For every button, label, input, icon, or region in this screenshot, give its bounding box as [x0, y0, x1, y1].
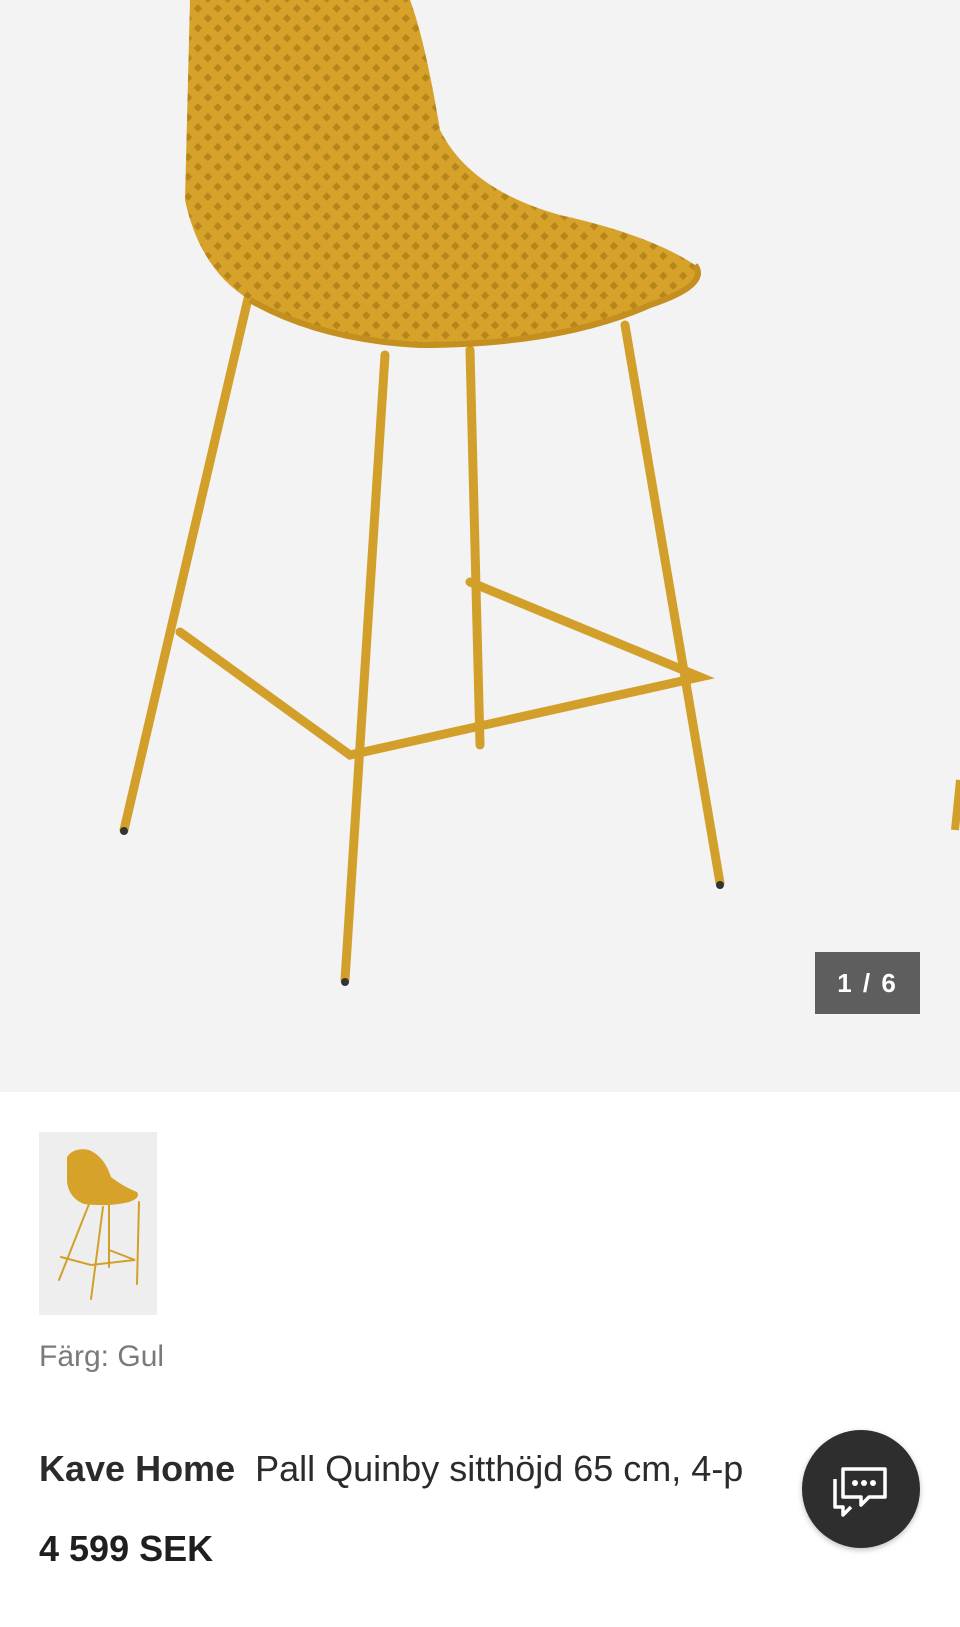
brand-name[interactable]: Kave Home: [39, 1448, 235, 1489]
image-counter: 1 / 6: [815, 952, 920, 1014]
product-image-gallery[interactable]: 1 / 6: [0, 0, 960, 1092]
color-selection-label: Färg: Gul: [39, 1340, 165, 1373]
chat-bubbles-icon: [833, 1467, 887, 1517]
thumbnail-image[interactable]: [39, 1132, 157, 1315]
product-name: Pall Quinby sitthöjd 65 cm, 4-p: [255, 1448, 744, 1489]
thumbnail-barstool: [58, 1149, 140, 1300]
chat-button[interactable]: [802, 1430, 920, 1548]
product-image-barstool: [119, 0, 960, 986]
product-title: Kave Home Pall Quinby sitthöjd 65 cm, 4-p: [39, 1448, 919, 1490]
product-price: 4 599 SEK: [39, 1528, 214, 1569]
